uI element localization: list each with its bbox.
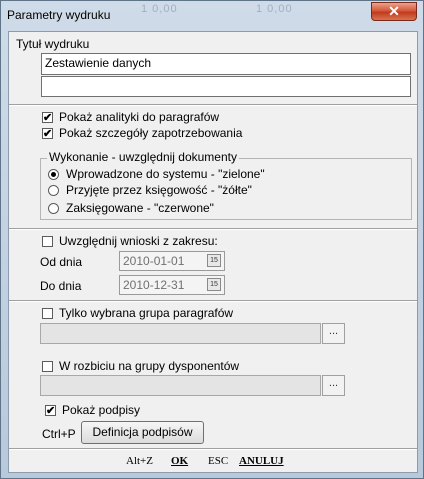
- radio-entered-to-system[interactable]: [48, 169, 59, 180]
- ok-shortcut: Alt+Z: [126, 455, 153, 467]
- include-proposals-label: Uwzględnij wnioski z zakresu:: [59, 234, 218, 248]
- paragraph-group-browse-button[interactable]: ...: [322, 323, 345, 344]
- radio-accepted-label: Przyjęte przez księgowość - "żółte": [66, 183, 252, 197]
- separator: [9, 300, 417, 302]
- show-details-label: Pokaż szczegóły zapotrzebowania: [59, 126, 243, 140]
- paragraph-group-field: [40, 323, 321, 344]
- radio-accepted-by-accounting[interactable]: [48, 185, 59, 196]
- disposers-checkbox[interactable]: [42, 361, 53, 372]
- to-date-label: Do dnia: [40, 279, 82, 293]
- cancel-button[interactable]: ANULUJ: [239, 455, 284, 467]
- define-signatures-button[interactable]: Definicja podpisów: [81, 421, 204, 444]
- cancel-shortcut: ESC: [208, 455, 229, 467]
- dialog-window: 1 0,00 1 0,00 Parametry wydruku ✕ Tytuł …: [0, 0, 424, 479]
- separator: [9, 104, 417, 106]
- from-date-value: 2010-01-01: [123, 254, 185, 268]
- show-signatures-label: Pokaż podpisy: [62, 403, 141, 417]
- separator: [9, 448, 417, 450]
- execution-group-legend: Wykonanie - uwzględnij dokumenty: [47, 150, 239, 164]
- to-date-value: 2010-12-31: [123, 278, 185, 292]
- disposers-label: W rozbiciu na grupy dysponentów: [59, 359, 240, 373]
- print-title-input-2[interactable]: [41, 76, 411, 97]
- paragraph-group-checkbox[interactable]: [42, 308, 53, 319]
- calendar-icon[interactable]: 15: [207, 278, 221, 291]
- radio-booked-label: Zaksięgowane - "czerwone": [66, 201, 214, 215]
- signatures-shortcut: Ctrl+P: [42, 427, 76, 441]
- calendar-icon[interactable]: 15: [207, 254, 221, 267]
- disposers-browse-button[interactable]: ...: [322, 375, 345, 396]
- include-proposals-checkbox[interactable]: [42, 236, 53, 247]
- ok-button[interactable]: OK: [171, 455, 188, 467]
- paragraph-group-label: Tylko wybrana grupa paragrafów: [59, 306, 234, 320]
- disposers-field: [40, 375, 321, 396]
- show-signatures-checkbox[interactable]: ✔: [45, 405, 56, 417]
- dialog-body: Tytuł wydruku Zestawienie danych ✔ Pokaż…: [8, 31, 418, 473]
- window-title: Parametry wydruku: [7, 8, 111, 22]
- separator: [9, 228, 417, 230]
- print-title-label: Tytuł wydruku: [16, 37, 90, 51]
- close-button[interactable]: ✕: [371, 2, 417, 21]
- background-ghost-text: 1 0,00: [141, 3, 178, 15]
- from-date-label: Od dnia: [40, 255, 83, 269]
- print-title-input-1[interactable]: Zestawienie danych: [41, 53, 411, 75]
- show-analytics-label: Pokaż analityki do paragrafów: [59, 110, 220, 124]
- radio-entered-label: Wprowadzone do systemu - "zielone": [66, 167, 265, 181]
- show-details-checkbox[interactable]: ✔: [42, 128, 53, 140]
- show-analytics-checkbox[interactable]: ✔: [42, 112, 53, 124]
- radio-booked[interactable]: [48, 203, 59, 214]
- background-ghost-text: 1 0,00: [256, 3, 293, 15]
